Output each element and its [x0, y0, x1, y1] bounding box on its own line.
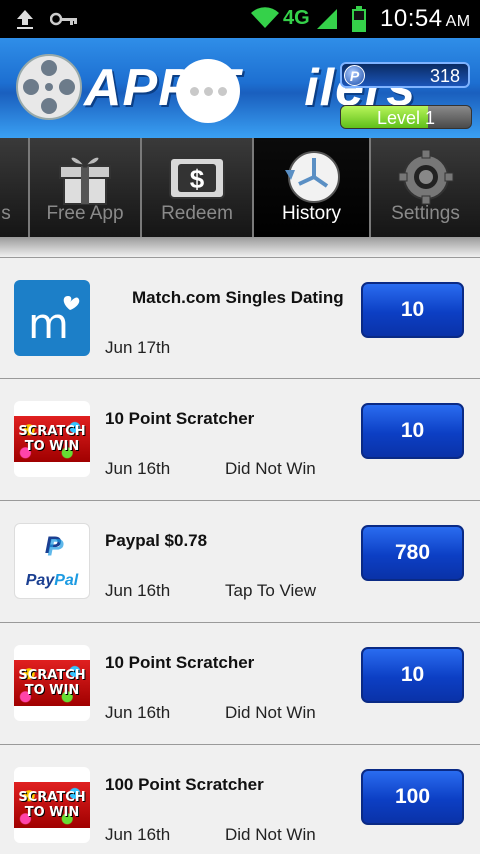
network-type: 4G	[283, 7, 310, 29]
gift-icon	[59, 155, 111, 205]
tab-label: s	[1, 203, 11, 224]
history-row[interactable]: SCRATCH TO WIN 10 Point Scratcher Jun 16…	[0, 623, 480, 745]
tab-label: Settings	[391, 203, 460, 224]
history-date: Jun 16th	[105, 581, 171, 600]
tab-settings[interactable]: Settings	[371, 138, 480, 237]
history-status: Tap To View	[225, 581, 317, 600]
history-title: 100 Point Scratcher	[105, 775, 264, 794]
clock: 10:54 AM	[380, 5, 471, 32]
points-balance: P 318	[340, 62, 470, 88]
history-row[interactable]: P P PayPal Paypal $0.78 Jun 16th Tap To …	[0, 501, 480, 623]
history-row[interactable]: SCRATCH TO WIN 10 Point Scratcher Jun 16…	[0, 379, 480, 501]
points-value-button[interactable]: 100	[361, 769, 464, 825]
scratch-to-win-icon: SCRATCH TO WIN	[14, 401, 90, 477]
paypal-logo-icon: P P PayPal	[14, 523, 90, 599]
svg-text:$: $	[190, 164, 205, 194]
wifi-icon	[251, 7, 279, 29]
gear-icon	[398, 149, 453, 205]
history-title: 10 Point Scratcher	[105, 409, 255, 428]
history-list: m Match.com Singles Dating Jun 17th 10 S…	[0, 237, 480, 854]
level-label: Level 1	[376, 108, 436, 128]
history-date: Jun 16th	[105, 825, 171, 844]
history-row[interactable]: m Match.com Singles Dating Jun 17th 10	[0, 257, 480, 379]
svg-text:P: P	[47, 534, 64, 561]
tab-label: Redeem	[161, 203, 233, 224]
history-status: Did Not Win	[225, 703, 316, 722]
tab-free-app[interactable]: Free App	[30, 138, 142, 237]
signal-icon	[317, 9, 337, 29]
battery-icon	[352, 6, 366, 32]
history-status: Did Not Win	[225, 459, 316, 478]
points-value-button[interactable]: 10	[361, 403, 464, 459]
status-bar: 4G 10:54 AM	[0, 0, 480, 38]
dollar-ticket-icon: $	[169, 157, 225, 199]
tab-label: Free App	[46, 203, 124, 224]
svg-text:m: m	[28, 299, 69, 348]
points-value-button[interactable]: 10	[361, 282, 464, 338]
tab-partial[interactable]: s	[0, 138, 30, 237]
tab-bar: s Free App $ Redeem History Settings	[0, 138, 480, 237]
level-progress-bar: Level 1	[340, 105, 472, 129]
history-status: Did Not Win	[225, 825, 316, 844]
match-logo-icon: m	[14, 280, 90, 356]
points-value-button[interactable]: 780	[361, 525, 464, 581]
key-icon	[50, 12, 77, 26]
film-reel-icon	[16, 54, 82, 120]
history-date: Jun 17th	[105, 338, 171, 357]
download-icon	[17, 10, 33, 29]
scratch-to-win-icon: SCRATCH TO WIN	[14, 767, 90, 843]
history-title: Paypal $0.78	[105, 531, 208, 550]
history-date: Jun 16th	[105, 459, 171, 478]
history-row[interactable]: SCRATCH TO WIN 100 Point Scratcher Jun 1…	[0, 745, 480, 854]
points-icon: P	[344, 65, 365, 86]
points-value: 318	[429, 66, 460, 86]
tab-redeem[interactable]: $ Redeem	[142, 138, 254, 237]
tab-history[interactable]: History	[254, 138, 371, 237]
history-clock-icon	[284, 151, 340, 203]
logo-dots-icon	[176, 59, 240, 123]
history-date: Jun 16th	[105, 703, 171, 722]
points-value-button[interactable]: 10	[361, 647, 464, 703]
history-title: 10 Point Scratcher	[105, 653, 255, 672]
app-header: APP Tilers P 318 Level 1	[0, 38, 480, 138]
scratch-to-win-icon: SCRATCH TO WIN	[14, 645, 90, 721]
history-title: Match.com Singles Dating	[132, 288, 344, 307]
tab-label: History	[281, 203, 342, 224]
